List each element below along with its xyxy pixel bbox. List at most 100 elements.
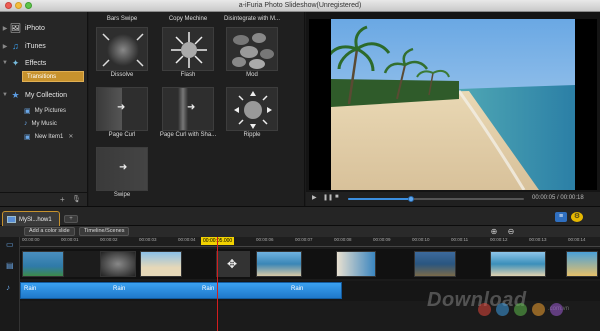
sidebar-item-iphoto[interactable]: ▶ 🖼 iPhoto [0, 20, 88, 36]
photo-clip[interactable] [22, 251, 64, 277]
tab-project[interactable]: MySl...how1 [2, 211, 60, 227]
iphoto-icon: 🖼 [9, 22, 22, 33]
transition-page-curl[interactable]: ➜ Page Curl [93, 86, 151, 139]
playback-time: 00:00:05 / 00:00:18 [532, 195, 584, 201]
progress-knob[interactable] [408, 196, 415, 202]
add-tab-button[interactable]: + [64, 215, 78, 223]
timeline-toolbar: Add a color slide Timeline/Scenes ⊕ ⊖ [0, 226, 600, 237]
video-track-icon: ▤ [6, 261, 14, 270]
settings-icon[interactable]: ⚙ [571, 212, 583, 222]
transition-copy-mechine[interactable]: Copy Mechine [159, 15, 217, 23]
sidebar-item-my-pictures[interactable]: ▣ My Pictures [24, 105, 66, 116]
photo-clip[interactable] [566, 251, 598, 277]
photo-clip[interactable] [336, 251, 376, 277]
ripple-thumbnail [226, 87, 278, 131]
transition-label: Flash [180, 72, 196, 78]
transition-clip[interactable]: ✥ [216, 251, 250, 277]
transition-mod[interactable]: Mod [223, 26, 281, 79]
pictures-icon: ▣ [24, 107, 31, 115]
transitions-panel: Bars Swipe Copy Mechine Disintegrate wit… [89, 12, 305, 206]
sidebar-item-transitions[interactable]: Transitions [22, 71, 84, 82]
microphone-icon[interactable]: 🎙 [72, 195, 81, 203]
page-curl-thumbnail: ➜ [96, 87, 148, 131]
ruler-tick: 00:00:13 [529, 237, 547, 242]
beach-photo [309, 19, 597, 190]
transition-label: Swipe [113, 192, 131, 198]
audio-clip-label: Rain [24, 286, 37, 292]
source-sidebar: ▶ 🖼 iPhoto ▶ ♫ iTunes ▼ ✦ Effects Transi… [0, 12, 88, 206]
photo-clip[interactable] [490, 251, 546, 277]
star-icon: ★ [11, 89, 20, 100]
player-controls: ▶ ❚❚ ■ 00:00:05 / 00:00:18 [306, 192, 600, 206]
disclosure-icon[interactable]: ▶ [0, 25, 10, 32]
audio-clip[interactable]: Rain Rain Rain Rain [20, 282, 342, 299]
watermark-dot [514, 303, 527, 316]
itunes-icon: ♫ [12, 41, 19, 51]
disclosure-icon[interactable]: ▼ [0, 92, 10, 98]
watermark-dot [550, 303, 563, 316]
tab-label: MySl...how1 [19, 216, 52, 223]
window-titlebar: a-iFuria Photo Slideshow(Unregistered) [0, 0, 600, 12]
transition-page-curl-shadow[interactable]: ➜ Page Curl with Sha... [159, 86, 217, 139]
add-icon[interactable]: + [60, 195, 65, 204]
transition-ripple[interactable]: Ripple [223, 86, 281, 139]
zoom-in-icon[interactable]: ⊕ [488, 226, 500, 237]
sidebar-item-itunes[interactable]: ▶ ♫ iTunes [0, 38, 88, 54]
window-title: a-iFuria Photo Slideshow(Unregistered) [238, 2, 362, 9]
sidebar-item-effects[interactable]: ▼ ✦ Effects [0, 55, 88, 71]
watermark-logo: Download [427, 289, 527, 311]
photo-clip[interactable] [256, 251, 302, 277]
transition-disintegrate[interactable]: Disintegrate with M... [223, 15, 281, 23]
audio-track-icon: ♪ [6, 283, 10, 292]
close-icon[interactable]: ✕ [68, 133, 73, 140]
timeline-scenes-button[interactable]: Timeline/Scenes [79, 227, 130, 236]
timeline-ruler[interactable]: 00:00:00 00:00:01 00:00:02 00:00:03 00:0… [20, 237, 600, 247]
stop-icon[interactable]: ■ [335, 194, 339, 200]
sidebar-item-label: iTunes [25, 42, 46, 50]
watermark-dot [532, 303, 545, 316]
project-tabbar: MySl...how1 + ≡ ⚙ [0, 206, 600, 227]
audio-clip-label: Rain [113, 286, 126, 292]
sidebar-item-label: My Pictures [34, 107, 66, 114]
ruler-tick: 00:00:03 [139, 237, 157, 242]
zoom-out-icon[interactable]: ⊖ [505, 226, 517, 237]
transition-flash[interactable]: Flash [159, 26, 217, 79]
ripple-icon: ✥ [227, 257, 238, 271]
dissolve-thumbnail [96, 27, 148, 71]
playback-progress[interactable] [348, 196, 524, 202]
transition-bars-swipe[interactable]: Bars Swipe [93, 15, 151, 23]
play-icon[interactable]: ▶ [312, 194, 317, 201]
transition-label: Dissolve [110, 72, 134, 78]
add-color-slide-button[interactable]: Add a color slide [24, 227, 75, 236]
sidebar-item-new-item1[interactable]: ▣ New Item1 ✕ [24, 131, 73, 142]
audio-clip-label: Rain [291, 286, 304, 292]
dissolve-icon [102, 33, 144, 67]
flash-icon [171, 32, 207, 68]
disclosure-icon[interactable]: ▶ [0, 43, 10, 50]
ruler-tick: 00:00:10 [412, 237, 430, 242]
sidebar-item-my-collection[interactable]: ▼ ★ My Collection [0, 87, 88, 103]
list-view-icon[interactable]: ≡ [555, 212, 567, 222]
arrow-right-icon: ➜ [119, 162, 128, 173]
transition-clip[interactable] [100, 251, 136, 277]
ruler-tick: 00:00:00 [22, 237, 40, 242]
arrow-right-icon: ➜ [187, 102, 196, 113]
ruler-tick: 00:00:02 [100, 237, 118, 242]
preview-panel: ▶ ❚❚ ■ 00:00:05 / 00:00:18 [306, 12, 600, 206]
sidebar-item-label: New Item1 [34, 133, 64, 140]
transition-swipe[interactable]: ➜ Swipe [93, 146, 151, 199]
disclosure-icon[interactable]: ▼ [0, 60, 10, 66]
photo-clip[interactable] [414, 251, 456, 277]
playhead-line[interactable] [217, 237, 218, 331]
ruler-tick: 00:00:14 [568, 237, 586, 242]
ruler-tick: 00:00:11 [451, 237, 469, 242]
sidebar-item-my-music[interactable]: ♪ My Music [24, 118, 57, 129]
photo-clip[interactable] [140, 251, 182, 277]
transition-label: Mod [246, 72, 258, 78]
transition-dissolve[interactable]: Dissolve [93, 26, 151, 79]
sidebar-item-label: My Collection [25, 91, 68, 99]
ripple-icon [234, 91, 272, 129]
progress-fill [348, 198, 412, 200]
pause-icon[interactable]: ❚❚ [323, 194, 333, 201]
preview-image [309, 19, 597, 190]
